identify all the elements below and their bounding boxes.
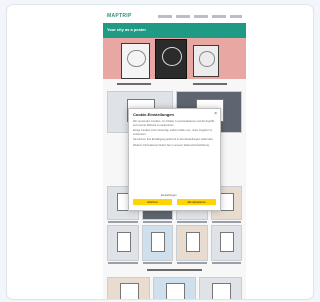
accept-all-button[interactable]: Alle akzeptieren: [177, 199, 216, 205]
product-tile[interactable]: [176, 225, 208, 264]
hero-poster-light: [121, 43, 150, 79]
category-labels: [103, 81, 246, 89]
product-caption: [177, 221, 207, 223]
dialog-title: Cookie-Einstellungen: [133, 112, 174, 117]
dialog-paragraph: Wir verwenden Cookies, um Inhalte zu per…: [133, 120, 215, 127]
gallery-tile[interactable]: [107, 277, 150, 299]
main-navigation[interactable]: [158, 15, 242, 18]
dialog-paragraph: Einige Cookies sind notwendig, andere he…: [133, 129, 213, 136]
dialog-actions: Einstellungen Ablehnen Alle akzeptieren: [133, 194, 216, 207]
dialog-paragraph: Sie können Ihre Einwilligung jederzeit i…: [133, 138, 214, 142]
site-header: MAPTRIP: [103, 11, 246, 23]
product-tile[interactable]: [107, 225, 139, 264]
hero-headline: Your city as a poster: [107, 27, 147, 32]
category-label-left[interactable]: [117, 83, 151, 85]
product-caption: [211, 262, 241, 264]
product-caption: [108, 221, 138, 223]
product-caption: [177, 262, 207, 264]
preview-card: MAPTRIP Your city as a poster Cookie-Ein…: [6, 4, 314, 300]
site-logo[interactable]: MAPTRIP: [107, 13, 132, 19]
product-caption: [211, 221, 241, 223]
category-label-right[interactable]: [193, 83, 227, 85]
settings-link[interactable]: Einstellungen: [161, 194, 177, 197]
dialog-paragraph: Weitere Informationen finden Sie in unse…: [133, 143, 210, 147]
deny-button[interactable]: Ablehnen: [133, 199, 172, 205]
gallery-tile[interactable]: [199, 277, 242, 299]
product-caption: [108, 262, 138, 264]
hero-band: Your city as a poster: [103, 23, 246, 38]
cookie-consent-dialog: Cookie-Einstellungen × Wir verwenden Coo…: [128, 108, 221, 211]
product-tile[interactable]: [210, 225, 242, 264]
product-caption: [142, 262, 172, 264]
close-icon[interactable]: ×: [214, 111, 217, 117]
gallery-tile[interactable]: [153, 277, 196, 299]
product-tile[interactable]: [141, 225, 173, 264]
hero-banner: Your city as a poster: [103, 23, 246, 79]
dialog-body: Wir verwenden Cookies, um Inhalte zu per…: [133, 120, 216, 190]
hero-poster-dark: [155, 39, 187, 79]
product-caption: [142, 221, 172, 223]
gallery-heading: [147, 269, 202, 271]
hero-poster-grey: [193, 45, 219, 77]
product-row: [107, 225, 242, 264]
gallery-row: [107, 277, 242, 299]
